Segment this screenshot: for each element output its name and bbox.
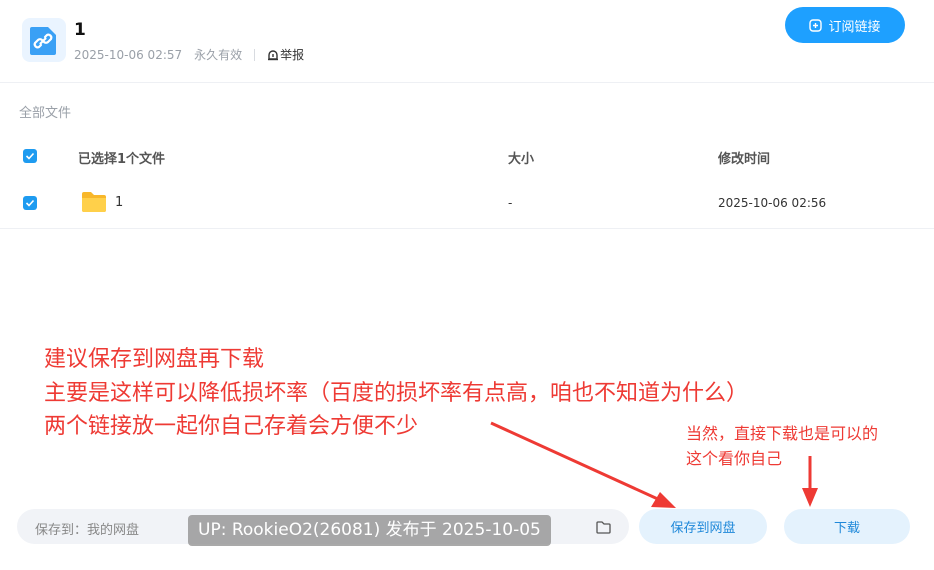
download-button[interactable]: 下载 — [784, 509, 910, 544]
folder-outline-icon[interactable] — [596, 519, 611, 538]
save-to-cloud-button[interactable]: 保存到网盘 — [639, 509, 767, 544]
uploader-watermark: UP: RookieO2(26081) 发布于 2025-10-05 — [188, 515, 551, 546]
arrow-to-save-button — [490, 421, 676, 508]
save-path-label: 保存到：我的网盘 — [35, 523, 140, 538]
arrow-to-download-button — [802, 456, 818, 507]
annotation-arrows — [490, 421, 818, 508]
